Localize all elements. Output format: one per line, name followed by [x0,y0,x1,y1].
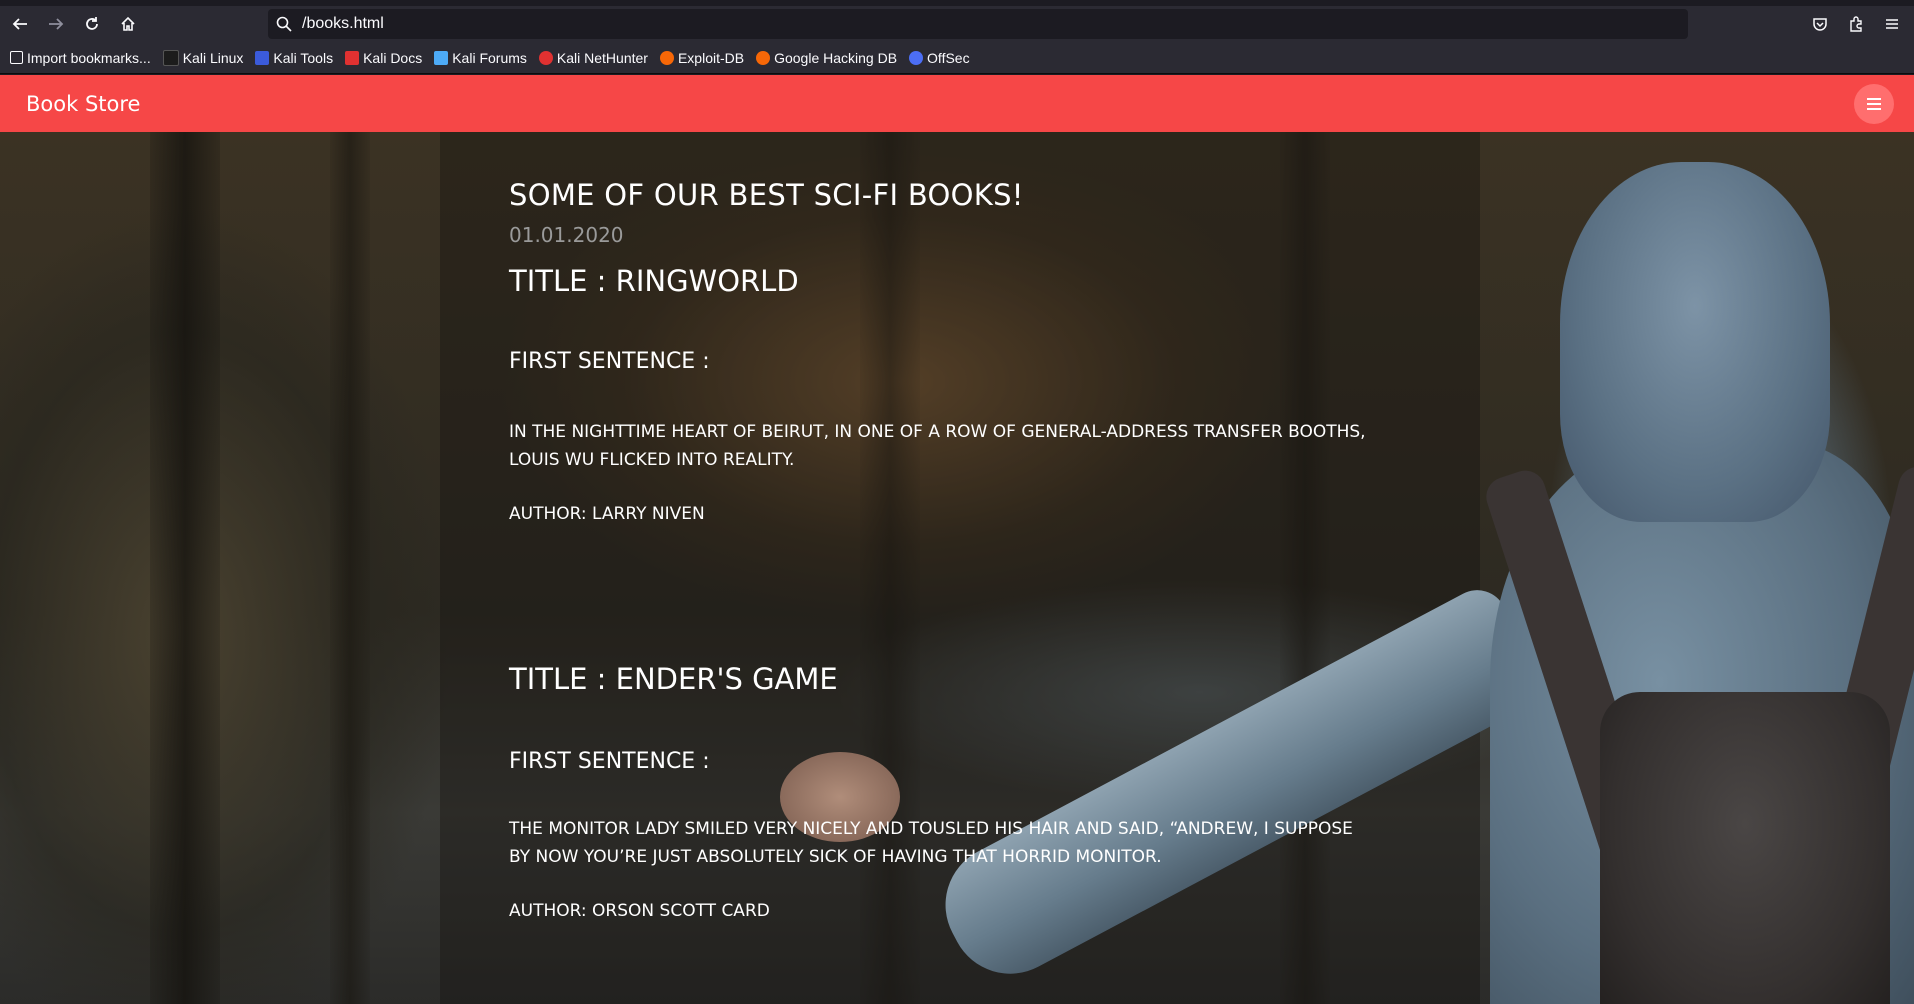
url-text: /books.html [302,15,384,32]
first-sentence-text: IN THE NIGHTTIME HEART OF BEIRUT, IN ONE… [509,422,1366,470]
book-title: TITLE : ENDER'S GAME [509,662,838,696]
extensions-button[interactable] [1840,8,1872,40]
bookmark-label: Kali NetHunter [556,49,648,66]
toolbar-right-icons [1800,8,1908,40]
first-sentence-label: FIRST SENTENCE : [509,749,710,774]
offsec-icon [909,50,924,65]
reload-icon [86,17,98,30]
kali-dragon-icon [162,49,179,66]
backpack-decoration [1600,692,1890,1004]
address-bar[interactable]: /books.html [268,9,1688,39]
app-menu-button[interactable] [1876,8,1908,40]
browser-toolbar: /books.html [0,6,1914,42]
person-hood-decoration [1560,162,1830,522]
site-header: Book Store [0,75,1914,132]
back-button[interactable] [4,8,36,40]
bookmark-label: Import bookmarks... [27,49,151,66]
bookmark-label: Kali Tools [273,49,334,66]
hamburger-menu-icon [1886,19,1898,29]
bookmark-kali-docs[interactable]: Kali Docs [345,50,422,66]
bookmark-label: OffSec [927,49,970,66]
exploit-db-icon [659,50,674,65]
post-date: 01.01.2020 [509,223,624,247]
kali-docs-icon [345,50,360,65]
ghdb-icon [756,50,771,65]
bookmark-offsec[interactable]: OffSec [909,50,970,66]
first-sentence-text: THE MONITOR LADY SMILED VERY NICELY AND … [509,819,1353,867]
book-author: AUTHOR: LARRY NIVEN [509,504,705,524]
book-title: TITLE : RINGWORLD [509,264,799,298]
bookmark-google-hacking-db[interactable]: Google Hacking DB [756,50,897,66]
kali-forums-icon [434,50,449,65]
bookmark-label: Exploit-DB [677,49,745,66]
first-sentence-label: FIRST SENTENCE : [509,349,710,374]
bookmark-import[interactable]: Import bookmarks... [10,50,151,66]
kali-tools-icon [255,50,270,65]
arrow-right-icon [49,18,64,30]
bookmarks-toolbar: Import bookmarks... Kali Linux Kali Tool… [0,42,1914,74]
pocket-button[interactable] [1804,8,1836,40]
hamburger-menu-icon [1867,98,1881,110]
bookmark-kali-nethunter[interactable]: Kali NetHunter [538,49,648,66]
forward-button[interactable] [40,8,72,40]
post-title: SOME OF OUR BEST SCI-FI BOOKS! [509,178,1024,212]
book-author: AUTHOR: ORSON SCOTT CARD [509,901,770,921]
nethunter-icon [538,50,553,65]
import-icon [10,51,23,64]
bookmark-label: Google Hacking DB [774,49,898,66]
bookmark-label: Kali Docs [363,49,423,66]
reload-button[interactable] [76,8,108,40]
puzzle-icon [1850,16,1862,32]
site-menu-button[interactable] [1854,84,1894,124]
bookmark-kali-linux[interactable]: Kali Linux [162,49,244,66]
bookmark-label: Kali Linux [182,49,244,66]
tree-trunk-decoration [330,132,370,1004]
search-icon [276,16,292,32]
site-brand[interactable]: Book Store [26,92,140,116]
bookmark-kali-forums[interactable]: Kali Forums [434,50,527,66]
arrow-left-icon [12,18,27,30]
home-icon [121,16,135,31]
bookmark-exploit-db[interactable]: Exploit-DB [659,49,745,66]
bookmark-kali-tools[interactable]: Kali Tools [255,50,333,66]
web-page: Book Store SOME OF OUR BEST SCI-FI BOOKS… [0,75,1914,1004]
hero-background: SOME OF OUR BEST SCI-FI BOOKS! 01.01.202… [0,132,1914,1004]
tree-trunk-decoration [150,132,220,1004]
pocket-icon [1813,18,1827,31]
bookmark-label: Kali Forums [452,49,527,66]
home-button[interactable] [112,8,144,40]
